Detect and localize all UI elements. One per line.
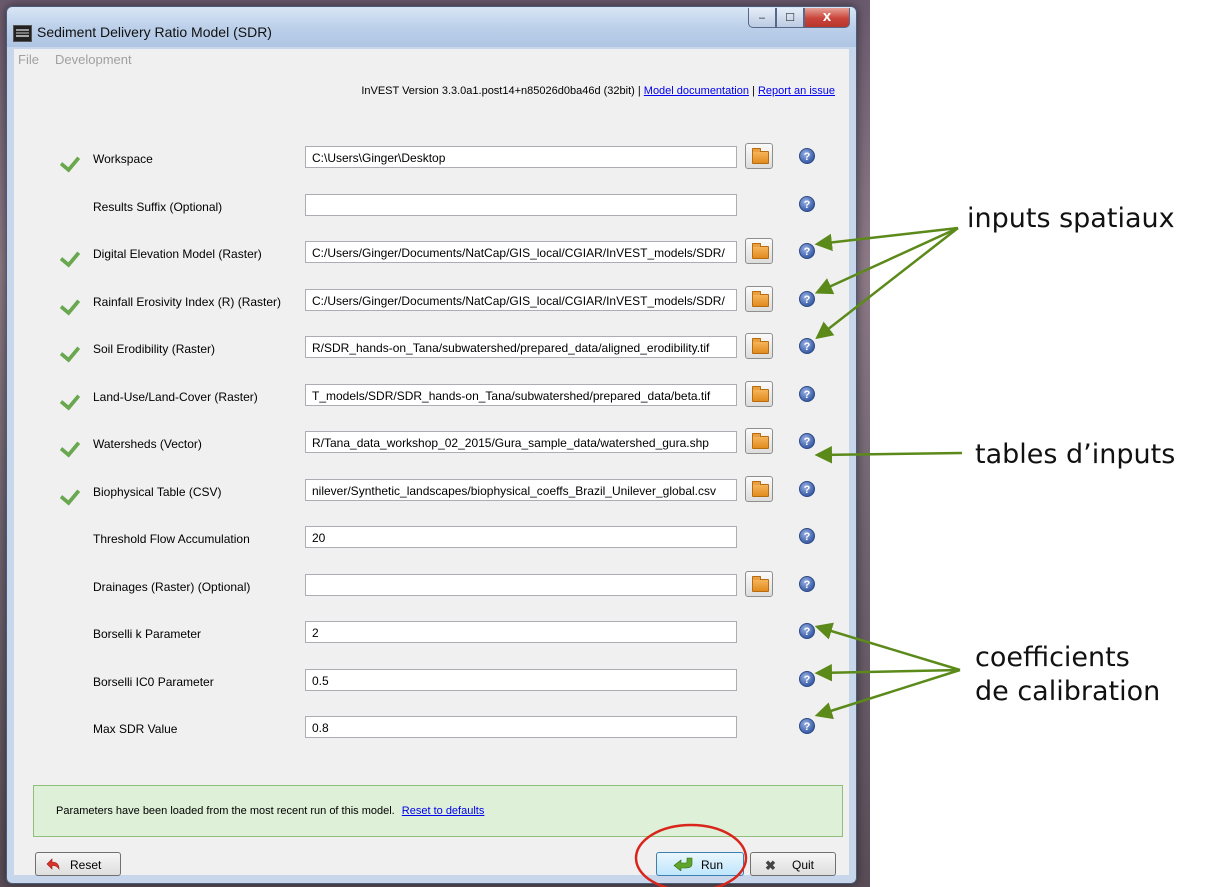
annotation-coefficients-line1: coefficients: [975, 642, 1130, 673]
arrow-max-sdr: [814, 668, 961, 720]
annotation-arrows: [814, 226, 963, 720]
annotation-input-tables: tables d’inputs: [975, 439, 1176, 470]
annotation-spatial-inputs: inputs spatiaux: [967, 203, 1175, 234]
arrow-borselli-k: [814, 622, 961, 672]
annotation-coefficients-line2: de calibration: [975, 676, 1161, 707]
arrow-dem: [814, 226, 959, 252]
arrow-biophysical: [814, 446, 963, 464]
run-highlight-circle: [634, 823, 748, 887]
arrow-borselli-ic0: [814, 663, 961, 682]
